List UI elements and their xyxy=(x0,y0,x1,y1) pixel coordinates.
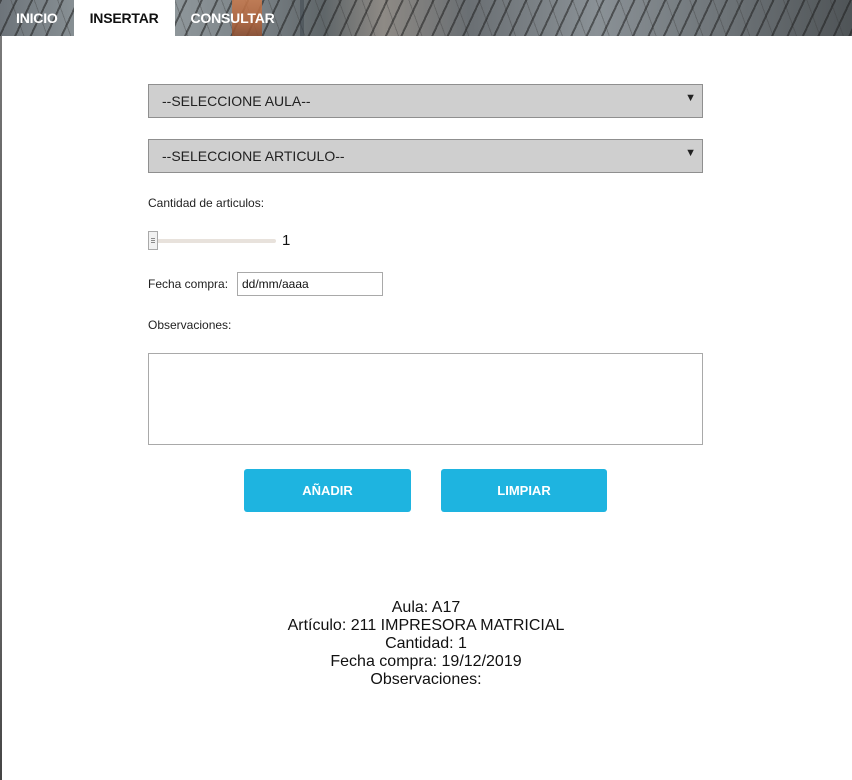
nav-item-inicio[interactable]: INICIO xyxy=(0,0,74,36)
observaciones-textarea[interactable] xyxy=(148,353,703,445)
summary-cantidad: Cantidad: 1 xyxy=(385,635,467,652)
chevron-down-icon: ▼ xyxy=(685,147,696,159)
slider-grip-line xyxy=(151,240,155,241)
summary-aula: Aula: A17 xyxy=(391,599,461,616)
summary-articulo: Artículo: 211 IMPRESORA MATRICIAL xyxy=(287,617,565,634)
slider-grip-line xyxy=(151,242,155,243)
nav-item-insertar[interactable]: INSERTAR xyxy=(73,0,175,36)
summary-observaciones: Observaciones: xyxy=(370,671,482,688)
observaciones-label: Observaciones: xyxy=(148,318,232,332)
fecha-compra-input[interactable]: dd/mm/aaaa xyxy=(237,272,383,296)
articulo-select-value: --SELECCIONE ARTICULO-- xyxy=(162,148,345,164)
summary-fecha: Fecha compra: 19/12/2019 xyxy=(330,653,522,670)
cantidad-slider-track[interactable] xyxy=(150,239,276,243)
slider-grip-line xyxy=(151,238,155,239)
fecha-label: Fecha compra: xyxy=(148,277,229,291)
aula-select[interactable]: --SELECCIONE AULA-- ▼ xyxy=(148,84,703,118)
articulo-select[interactable]: --SELECCIONE ARTICULO-- ▼ xyxy=(148,139,703,173)
top-nav: INICIO INSERTAR CONSULTAR xyxy=(0,0,291,36)
aula-select-value: --SELECCIONE AULA-- xyxy=(162,93,311,109)
cantidad-slider-thumb[interactable] xyxy=(148,231,158,250)
add-button[interactable]: AÑADIR xyxy=(244,469,411,512)
cantidad-value: 1 xyxy=(282,232,291,249)
chevron-down-icon: ▼ xyxy=(685,92,696,104)
clear-button[interactable]: LIMPIAR xyxy=(441,469,607,512)
cantidad-label: Cantidad de articulos: xyxy=(148,196,265,210)
nav-item-consultar[interactable]: CONSULTAR xyxy=(175,0,291,36)
